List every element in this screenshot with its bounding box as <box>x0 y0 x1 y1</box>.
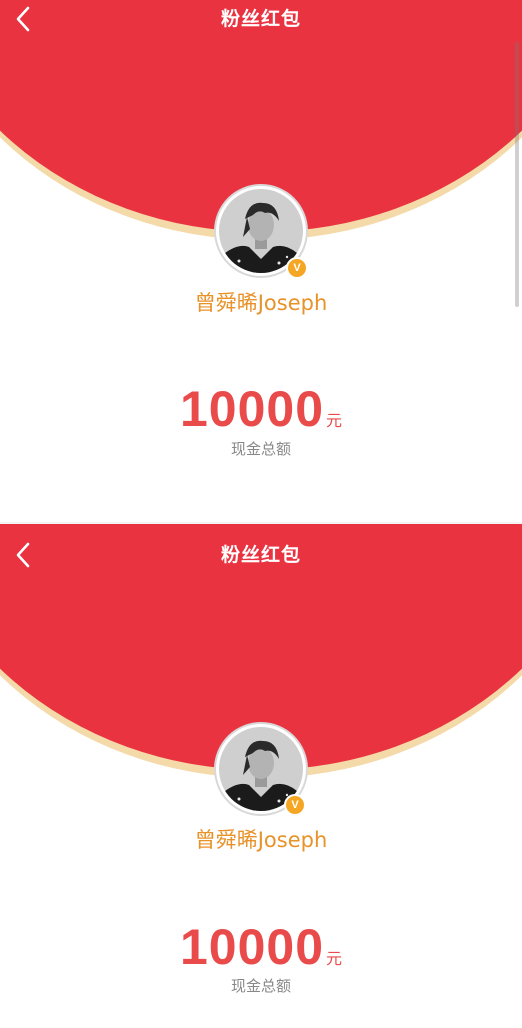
cash-amount: 10000 <box>179 381 325 437</box>
red-packet-screen-2: 粉丝红包 V 曾舜晞Joseph 10000 元 现金总额 <box>0 522 522 1028</box>
amount-caption: 现金总额 <box>230 977 291 995</box>
username[interactable]: 曾舜晞Joseph <box>0 287 522 317</box>
amount-row: 10000 元 <box>0 380 522 438</box>
red-packet-screen-1: 粉丝红包 V 曾舜晞Joseph 10000 元 现金总额 <box>0 0 522 522</box>
currency-unit: 元 <box>326 411 343 430</box>
avatar[interactable]: V <box>216 186 308 279</box>
verified-badge-icon: V <box>286 257 308 279</box>
currency-unit: 元 <box>326 949 343 968</box>
avatar[interactable]: V <box>216 724 306 816</box>
amount-row: 10000 元 <box>0 918 522 976</box>
username[interactable]: 曾舜晞Joseph <box>0 824 522 854</box>
verified-badge-icon: V <box>284 794 306 816</box>
page-title: 粉丝红包 <box>220 8 301 30</box>
cash-amount: 10000 <box>179 919 325 975</box>
amount-caption: 现金总额 <box>230 440 291 458</box>
page-title: 粉丝红包 <box>220 544 301 566</box>
scrollbar[interactable] <box>515 42 519 307</box>
